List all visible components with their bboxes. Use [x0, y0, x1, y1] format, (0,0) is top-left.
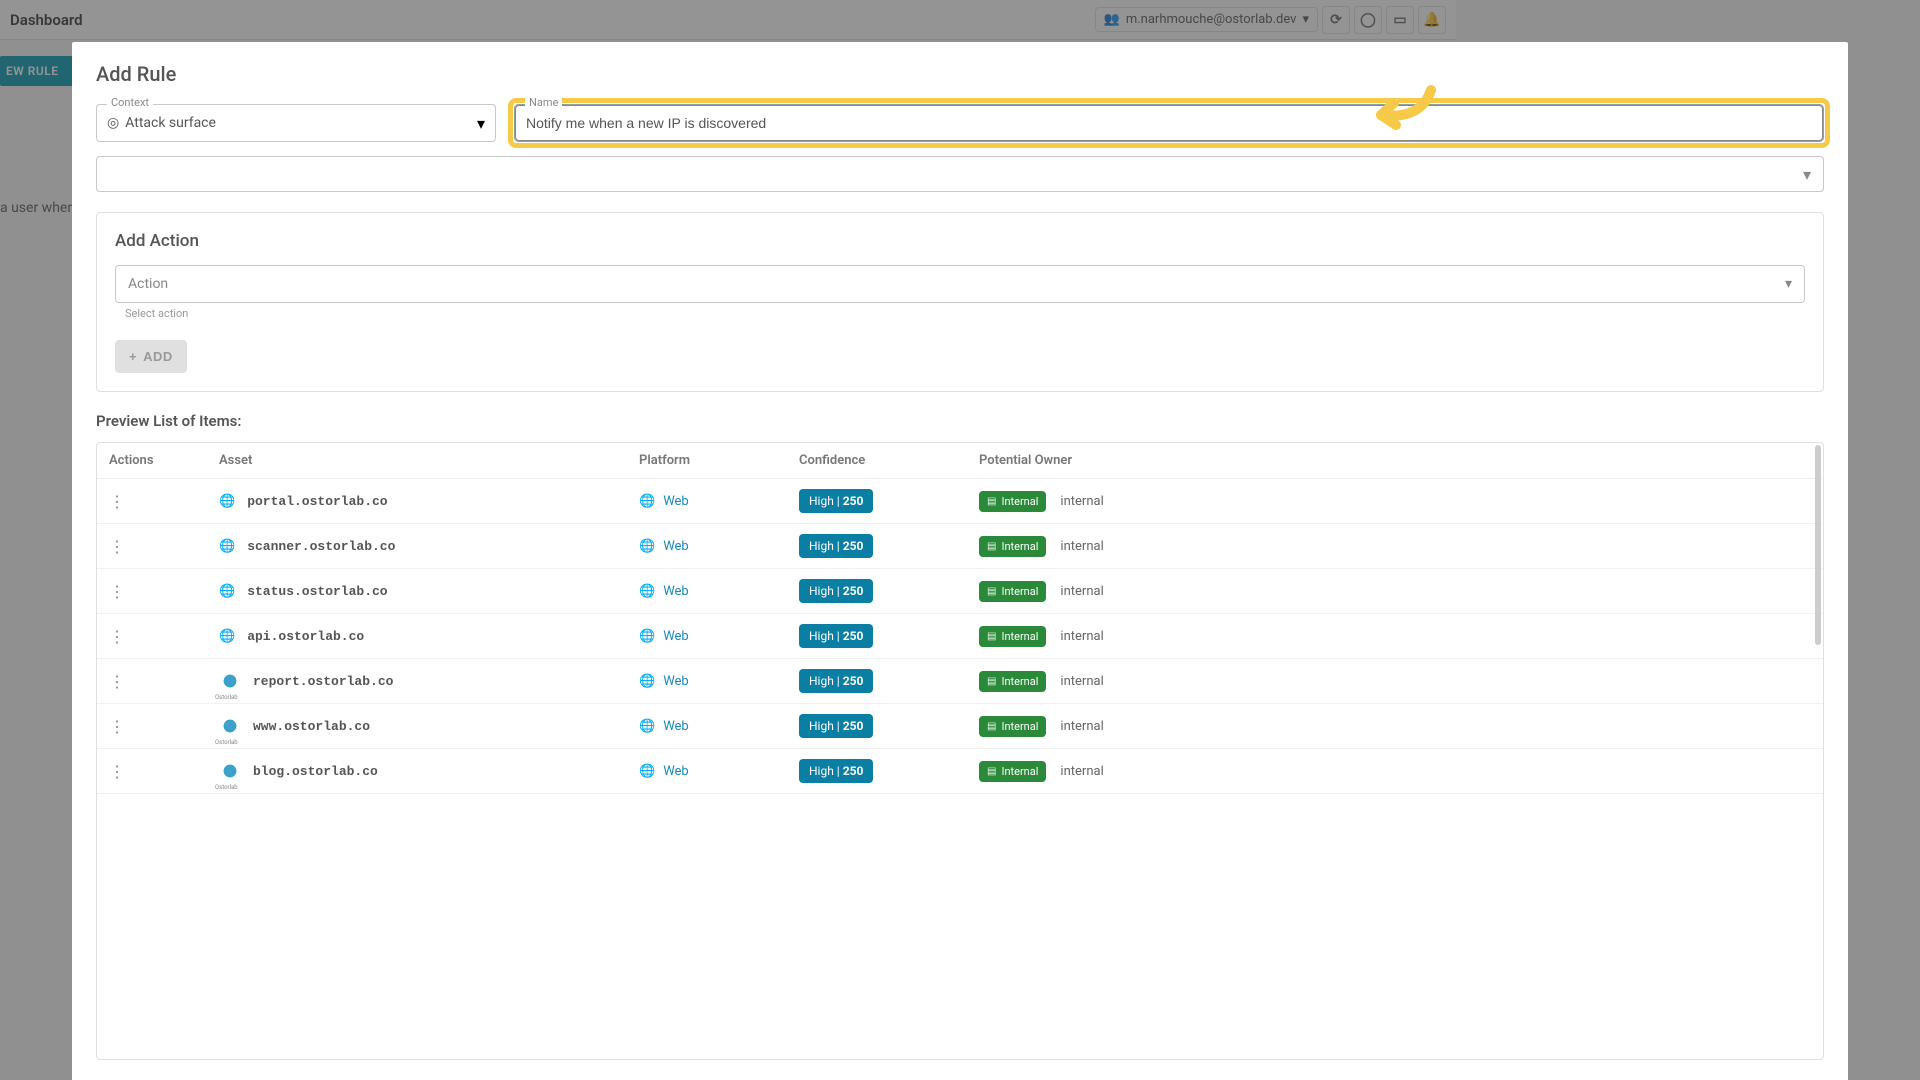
owner-tag: Internal [979, 581, 1046, 602]
add-action-title: Add Action [115, 231, 1805, 251]
platform-label: Web [663, 539, 689, 554]
asset-name: portal.ostorlab.co [247, 494, 387, 509]
col-confidence: Confidence [787, 443, 967, 479]
platform-label: Web [663, 719, 689, 734]
owner-text: internal [1060, 719, 1103, 734]
context-label: Context [107, 96, 153, 109]
action-placeholder: Action [128, 276, 168, 292]
ostorlab-logo-icon [219, 670, 241, 692]
table-row: ⋮ www.ostorlab.co 🌐 Web High | 250 Intern… [97, 704, 1823, 749]
table-row: ⋮ blog.ostorlab.co 🌐 Web High | 250 Inter… [97, 749, 1823, 794]
col-actions: Actions [97, 443, 207, 479]
globe-icon: 🌐 [219, 629, 235, 644]
confidence-badge: High | 250 [799, 624, 873, 648]
globe-icon: 🌐 [639, 539, 655, 554]
ostorlab-logo-icon [219, 760, 241, 782]
table-row: ⋮ 🌐 scanner.ostorlab.co 🌐 Web High | 250 I… [97, 524, 1823, 569]
globe-icon: 🌐 [639, 674, 655, 689]
globe-icon: 🌐 [639, 584, 655, 599]
globe-icon: 🌐 [639, 764, 655, 779]
preview-table: Actions Asset Platform Confidence Potent… [96, 442, 1824, 1060]
globe-icon: 🌐 [639, 719, 655, 734]
owner-tag: Internal [979, 491, 1046, 512]
owner-text: internal [1060, 764, 1103, 779]
context-value: Attack surface [125, 115, 216, 131]
globe-icon: 🌐 [219, 494, 235, 509]
table-row: ⋮ report.ostorlab.co 🌐 Web High | 250 Int… [97, 659, 1823, 704]
col-asset: Asset [207, 443, 627, 479]
globe-icon: 🌐 [219, 584, 235, 599]
owner-text: internal [1060, 539, 1103, 554]
row-actions-menu[interactable]: ⋮ [109, 582, 124, 601]
asset-name: report.ostorlab.co [253, 674, 393, 689]
chevron-down-icon: ▾ [477, 114, 485, 133]
platform-label: Web [663, 629, 689, 644]
table-header-row: Actions Asset Platform Confidence Potent… [97, 443, 1823, 479]
table-row: ⋮ 🌐 portal.ostorlab.co 🌐 Web High | 250 In… [97, 479, 1823, 524]
owner-text: internal [1060, 629, 1103, 644]
confidence-badge: High | 250 [799, 534, 873, 558]
confidence-badge: High | 250 [799, 489, 873, 513]
asset-name: scanner.ostorlab.co [247, 539, 395, 554]
platform-label: Web [663, 584, 689, 599]
asset-name: api.ostorlab.co [247, 629, 364, 644]
globe-icon: 🌐 [639, 629, 655, 644]
asset-name: www.ostorlab.co [253, 719, 370, 734]
asset-name: blog.ostorlab.co [253, 764, 378, 779]
owner-tag: Internal [979, 536, 1046, 557]
owner-text: internal [1060, 674, 1103, 689]
platform-label: Web [663, 764, 689, 779]
confidence-badge: High | 250 [799, 714, 873, 738]
confidence-badge: High | 250 [799, 669, 873, 693]
chevron-down-icon: ▾ [1785, 276, 1792, 292]
secondary-select[interactable]: ▾ [96, 156, 1824, 192]
row-actions-menu[interactable]: ⋮ [109, 762, 124, 781]
chevron-down-icon: ▾ [1803, 165, 1811, 184]
add-button-label: ADD [143, 349, 173, 364]
asset-name: status.ostorlab.co [247, 584, 387, 599]
row-actions-menu[interactable]: ⋮ [109, 627, 124, 646]
confidence-badge: High | 250 [799, 759, 873, 783]
owner-tag: Internal [979, 761, 1046, 782]
modal-overlay: Add Rule Context ◎ Attack surface ▾ Name… [0, 0, 1920, 1080]
row-actions-menu[interactable]: ⋮ [109, 537, 124, 556]
row-actions-menu[interactable]: ⋮ [109, 717, 124, 736]
add-action-button[interactable]: + ADD [115, 340, 187, 373]
confidence-badge: High | 250 [799, 579, 873, 603]
action-helper: Select action [125, 307, 1805, 320]
add-rule-modal: Add Rule Context ◎ Attack surface ▾ Name… [72, 42, 1848, 1080]
globe-icon: 🌐 [219, 539, 235, 554]
owner-text: internal [1060, 494, 1103, 509]
rule-name-input[interactable] [515, 105, 1823, 141]
platform-label: Web [663, 494, 689, 509]
owner-tag: Internal [979, 716, 1046, 737]
name-label: Name [525, 96, 562, 109]
fingerprint-icon: ◎ [107, 115, 119, 131]
row-actions-menu[interactable]: ⋮ [109, 672, 124, 691]
platform-label: Web [663, 674, 689, 689]
plus-icon: + [129, 349, 137, 364]
add-action-section: Add Action Action ▾ Select action + ADD [96, 212, 1824, 392]
preview-title: Preview List of Items: [96, 412, 1824, 430]
owner-tag: Internal [979, 671, 1046, 692]
action-select[interactable]: Action ▾ [115, 265, 1805, 303]
col-owner: Potential Owner [967, 443, 1823, 479]
owner-text: internal [1060, 584, 1103, 599]
row-actions-menu[interactable]: ⋮ [109, 492, 124, 511]
modal-title: Add Rule [96, 62, 1824, 86]
col-platform: Platform [627, 443, 787, 479]
ostorlab-logo-icon [219, 715, 241, 737]
context-select[interactable]: Context ◎ Attack surface ▾ [96, 104, 496, 142]
scrollbar-thumb[interactable] [1815, 445, 1821, 645]
globe-icon: 🌐 [639, 494, 655, 509]
table-row: ⋮ 🌐 status.ostorlab.co 🌐 Web High | 250 In… [97, 569, 1823, 614]
owner-tag: Internal [979, 626, 1046, 647]
table-row: ⋮ 🌐 api.ostorlab.co 🌐 Web High | 250 Inter… [97, 614, 1823, 659]
